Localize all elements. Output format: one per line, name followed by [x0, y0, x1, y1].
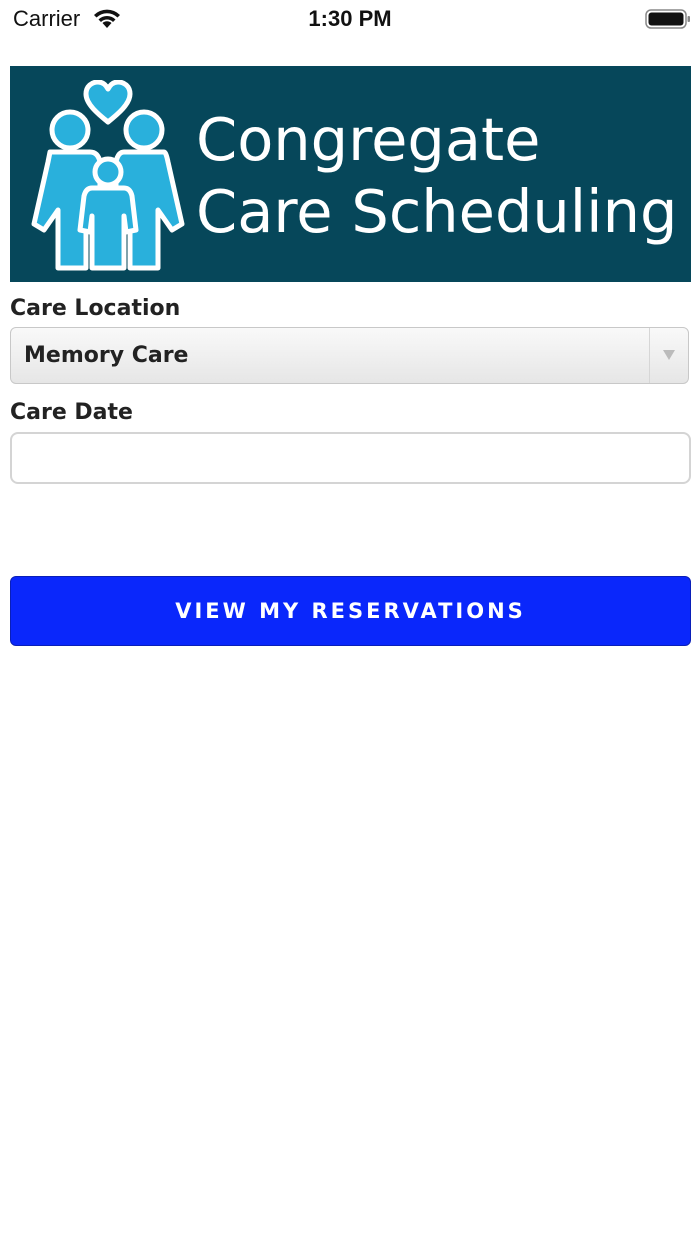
- app-banner: Congregate Care Scheduling: [10, 66, 691, 282]
- chevron-down-icon: [663, 350, 675, 360]
- dropdown-toggle[interactable]: [649, 328, 688, 383]
- care-date-input[interactable]: [10, 432, 691, 484]
- family-heart-icon: [31, 80, 185, 271]
- care-location-value: Memory Care: [24, 343, 189, 368]
- app-title-line1: Congregate: [196, 105, 541, 174]
- view-reservations-button[interactable]: VIEW MY RESERVATIONS: [10, 576, 691, 646]
- app-title: Congregate Care Scheduling: [196, 104, 686, 248]
- status-bar: Carrier 1:30 PM: [0, 0, 700, 40]
- clock-time: 1:30 PM: [308, 6, 392, 31]
- care-location-select[interactable]: Memory Care: [10, 327, 689, 384]
- app-title-line2: Care Scheduling: [196, 177, 678, 246]
- care-date-label: Care Date: [10, 400, 133, 425]
- battery-icon: [645, 9, 690, 29]
- care-location-label: Care Location: [10, 296, 181, 321]
